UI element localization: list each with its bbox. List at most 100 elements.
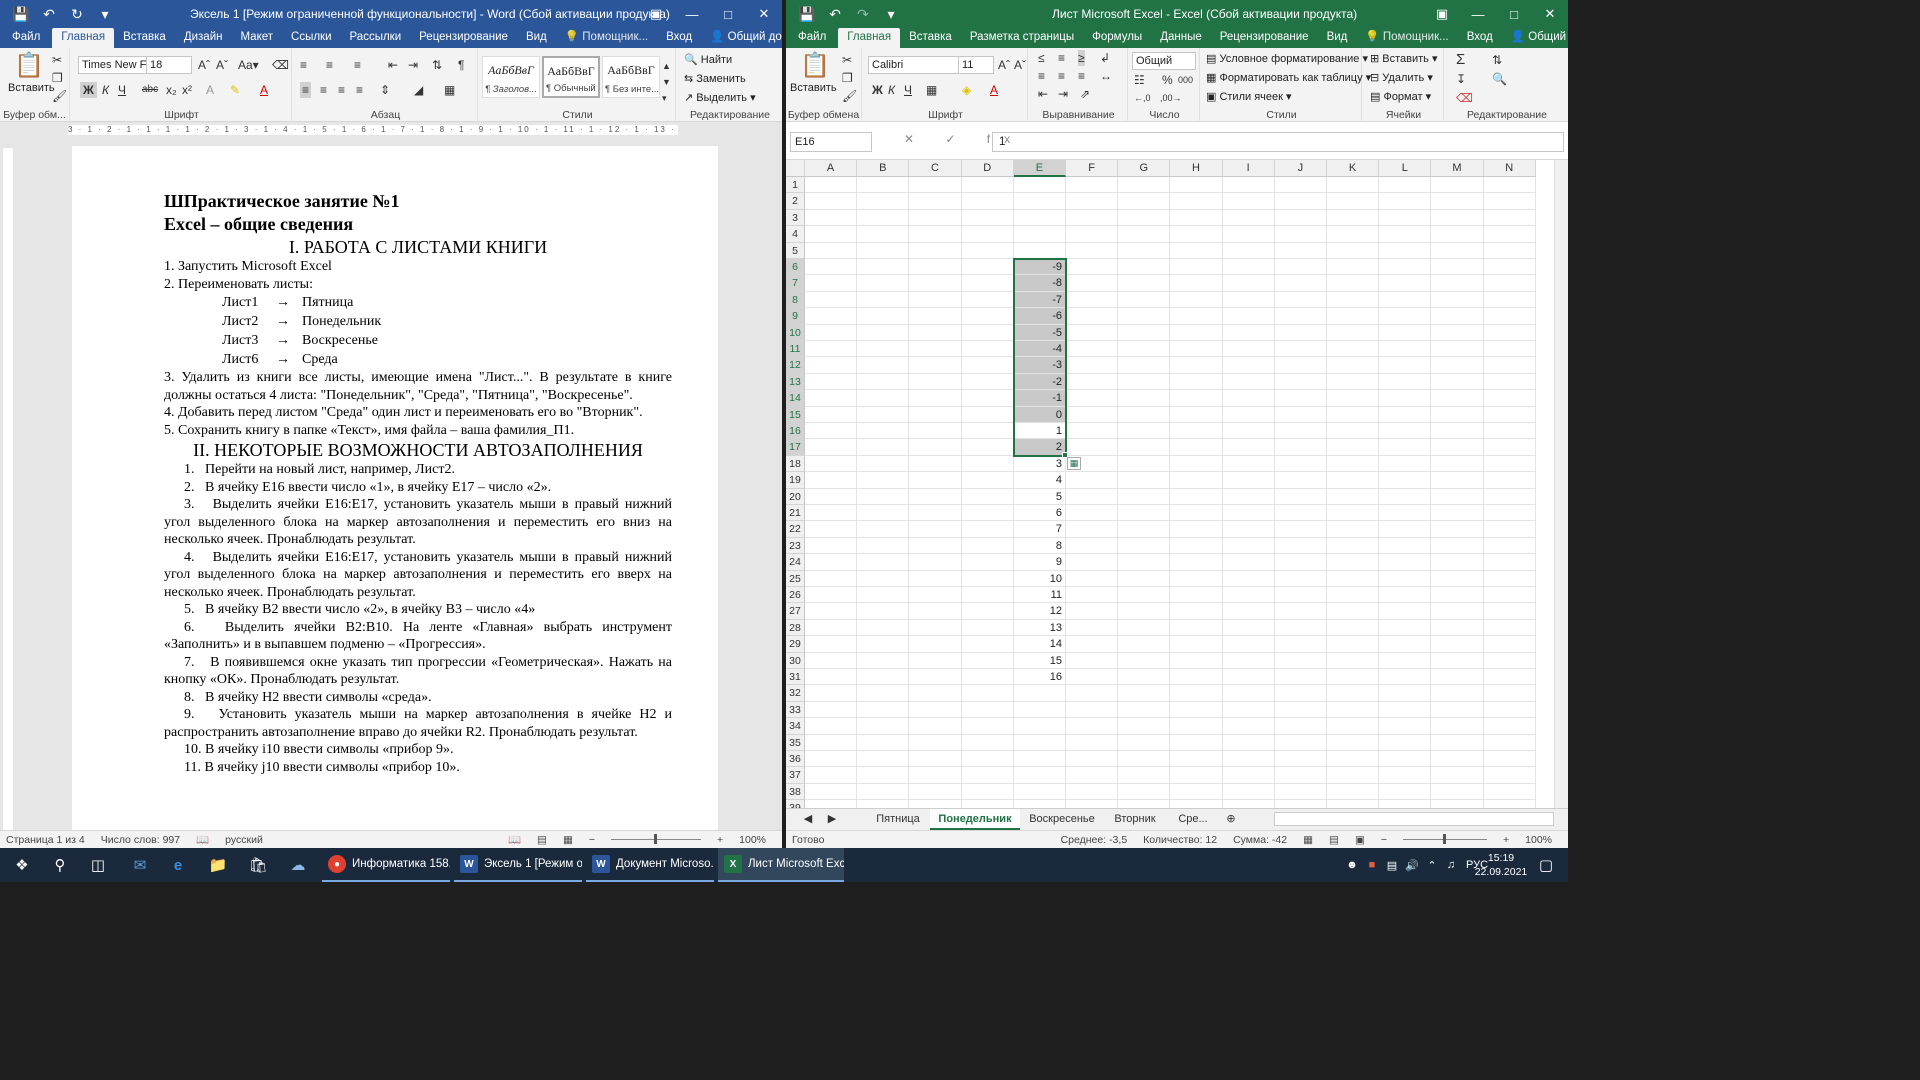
cell[interactable] (1118, 439, 1171, 456)
tab-insert[interactable]: Вставка (114, 28, 175, 48)
justify-icon[interactable]: ≡ (356, 82, 363, 98)
cell[interactable] (1066, 603, 1119, 620)
cell[interactable] (961, 406, 1014, 423)
cell[interactable] (1170, 505, 1223, 522)
cell[interactable] (1379, 751, 1432, 768)
cell[interactable] (857, 390, 910, 407)
tell-me-search[interactable]: 💡 Помощник... (556, 28, 657, 48)
cell[interactable] (1170, 242, 1223, 259)
cell[interactable] (909, 800, 962, 808)
cell[interactable] (1483, 783, 1536, 801)
cell[interactable] (909, 439, 962, 456)
cell[interactable]: -7 (1013, 291, 1066, 309)
cell[interactable] (1431, 652, 1484, 669)
cell[interactable] (909, 324, 962, 341)
spreadsheet-grid[interactable]: A B C D E F G H I J K L M N 1 2 3 4 5 6 -9 7 -8 8 -7 9 -6 10 -5 11 -4 1… (786, 160, 1568, 808)
cell[interactable] (909, 291, 962, 309)
fill-icon[interactable]: ↧ (1456, 71, 1466, 87)
font-color-icon[interactable]: A (990, 82, 998, 98)
cell[interactable] (1327, 669, 1380, 686)
cell[interactable] (805, 701, 858, 719)
row-header[interactable]: 38 (786, 783, 805, 801)
multilevel-list-icon[interactable]: ≡ (354, 57, 361, 73)
cell[interactable] (857, 259, 910, 276)
cell[interactable] (805, 636, 858, 653)
cell[interactable] (1274, 767, 1327, 784)
task-view-icon[interactable]: ◫ (86, 853, 110, 877)
cell[interactable] (1222, 423, 1275, 440)
cell[interactable] (1431, 636, 1484, 653)
cell[interactable] (1379, 718, 1432, 735)
cell[interactable]: -8 (1013, 275, 1066, 292)
cell[interactable] (1379, 767, 1432, 784)
cell[interactable] (857, 357, 910, 374)
cell[interactable] (1066, 751, 1119, 768)
cell[interactable] (805, 193, 858, 210)
cell[interactable] (1327, 341, 1380, 358)
close-button[interactable]: ✕ (1532, 0, 1568, 28)
row-header[interactable]: 18 (786, 455, 805, 473)
sheet-tab[interactable]: Пятница (868, 809, 928, 830)
cell[interactable] (1170, 587, 1223, 604)
cell[interactable] (1327, 521, 1380, 538)
cell[interactable] (1066, 636, 1119, 653)
cell[interactable] (805, 308, 858, 325)
cell[interactable] (1170, 193, 1223, 210)
cell[interactable] (1379, 800, 1432, 808)
row-header[interactable]: 7 (786, 275, 805, 292)
cell[interactable] (909, 259, 962, 276)
taskbar-app-word-1[interactable]: W Эксель 1 [Режим о... (454, 848, 582, 882)
style-normal[interactable]: АаБбВвГ ¶ Обычный (542, 56, 600, 98)
font-name-select[interactable]: Calibri (868, 56, 960, 74)
cell[interactable] (1170, 570, 1223, 587)
cell[interactable]: 15 (1013, 652, 1066, 669)
styles-scroll-icon[interactable]: ▲ ▼ ▾ (662, 58, 671, 106)
cell[interactable] (961, 734, 1014, 751)
cell[interactable] (1118, 357, 1171, 374)
cell[interactable] (1274, 373, 1327, 391)
cell[interactable] (1013, 783, 1066, 801)
cell[interactable] (909, 423, 962, 440)
cell[interactable] (1013, 701, 1066, 719)
sound-icon[interactable]: 🔊 (1402, 859, 1422, 872)
chevron-up-icon[interactable]: ⌃ (1422, 859, 1442, 872)
cell[interactable] (1327, 242, 1380, 259)
cell[interactable] (909, 488, 962, 505)
tell-me-search[interactable]: 💡 Помощник... (1356, 28, 1457, 48)
column-header[interactable]: C (909, 160, 962, 177)
cell[interactable]: -6 (1013, 308, 1066, 325)
cell[interactable] (857, 423, 910, 440)
cell[interactable] (909, 357, 962, 374)
minimize-button[interactable]: — (1460, 0, 1496, 28)
zoom-slider[interactable] (611, 834, 701, 844)
column-header[interactable]: M (1431, 160, 1484, 177)
cell[interactable] (1066, 652, 1119, 669)
cell[interactable] (909, 685, 962, 702)
row-header[interactable]: 24 (786, 554, 805, 571)
cell[interactable]: -9 (1013, 259, 1066, 276)
zoom-in-icon[interactable]: + (1503, 834, 1509, 846)
align-top-icon[interactable]: ≤ (1038, 50, 1045, 66)
font-size-select[interactable]: 18 (146, 56, 192, 74)
cell[interactable] (962, 800, 1014, 808)
cell[interactable] (1118, 423, 1171, 440)
cell[interactable] (1118, 242, 1171, 259)
cell[interactable]: 0 (1013, 406, 1066, 423)
cell[interactable] (1483, 341, 1536, 358)
row-header[interactable]: 2 (786, 193, 805, 210)
cell[interactable] (1379, 406, 1432, 423)
cell[interactable]: -1 (1013, 390, 1066, 407)
file-explorer-icon[interactable]: 📁 (206, 853, 230, 877)
cell[interactable] (1327, 439, 1380, 456)
style-no-spacing[interactable]: АаБбВвГ ¶ Без инте... (602, 56, 660, 98)
cell[interactable] (805, 390, 858, 407)
autofill-options-icon[interactable]: ▦ (1067, 456, 1081, 470)
cell[interactable] (1327, 423, 1380, 440)
tab-design[interactable]: Дизайн (175, 28, 232, 48)
row-header[interactable]: 31 (786, 669, 805, 686)
cell[interactable] (805, 521, 858, 538)
cell[interactable] (1431, 734, 1484, 751)
cell[interactable] (1379, 439, 1432, 456)
cell[interactable]: -3 (1013, 357, 1066, 374)
language[interactable]: русский (225, 834, 263, 846)
